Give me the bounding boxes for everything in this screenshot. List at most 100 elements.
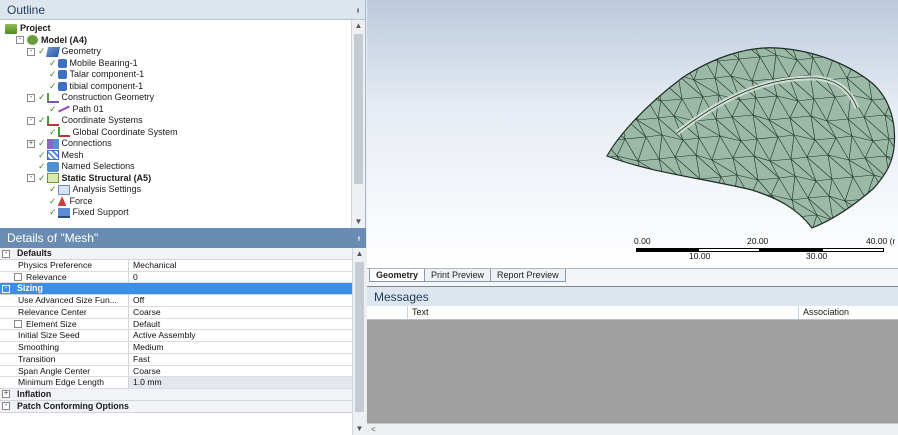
mesh-edge <box>618 220 628 228</box>
tree-item[interactable]: ✓ Named Selections <box>0 161 352 173</box>
mesh-edge <box>662 175 685 182</box>
status-check-icon: ✓ <box>38 115 46 125</box>
tree-item[interactable]: - ✓ Coordinate Systems <box>0 115 352 127</box>
mesh-model[interactable] <box>602 38 898 233</box>
collapse-icon[interactable]: - <box>27 116 35 125</box>
details-key: Span Angle Center <box>0 365 129 377</box>
tree-item[interactable]: - ✓ Geometry <box>0 46 352 58</box>
messages-hscrollbar[interactable]: < <box>367 423 898 435</box>
mesh-edge <box>639 47 645 56</box>
tree-item[interactable]: ✓ Force <box>0 196 352 208</box>
collapse-icon[interactable]: - <box>16 36 24 45</box>
details-row[interactable]: Physics Preference Mechanical <box>0 260 352 272</box>
tree-item[interactable]: - Model (A4) <box>0 35 352 47</box>
scroll-left-icon[interactable]: < <box>371 425 376 434</box>
details-section-header[interactable]: - Patch Conforming Options <box>0 401 352 413</box>
details-value[interactable]: Coarse <box>129 366 352 377</box>
details-value[interactable]: 0 <box>129 272 352 283</box>
details-row[interactable]: Span Angle Center Coarse <box>0 365 352 378</box>
expand-icon[interactable]: + <box>2 390 10 399</box>
details-section-header[interactable]: - Defaults <box>0 248 352 260</box>
details-value[interactable]: Active Assembly <box>129 330 352 341</box>
collapse-icon[interactable]: - <box>2 284 10 293</box>
tree-item[interactable]: - ✓ Construction Geometry <box>0 92 352 104</box>
mesh-edge <box>622 56 637 80</box>
details-scrollbar[interactable]: ▲ ▼ <box>352 248 366 435</box>
mesh-edge <box>676 47 703 57</box>
mesh-edge <box>654 197 677 201</box>
details-row[interactable]: Minimum Edge Length 1.0 mm <box>0 377 352 389</box>
expand-icon[interactable]: + <box>27 139 35 148</box>
details-value[interactable]: Fast <box>129 354 352 365</box>
mesh-edge <box>696 195 723 219</box>
column-header-text[interactable]: Text <box>408 306 799 319</box>
parameter-checkbox[interactable] <box>14 319 22 328</box>
mesh-edge <box>641 177 656 201</box>
tab-geometry[interactable]: Geometry <box>369 269 426 282</box>
graphics-viewport[interactable]: 0.00 20.00 40.00 (r 10.00 30.00 <box>367 0 898 268</box>
mesh-edge <box>867 38 883 40</box>
mesh-edge <box>677 57 682 76</box>
scroll-thumb[interactable] <box>354 34 363 184</box>
scroll-up-icon[interactable]: ▲ <box>353 248 366 260</box>
mesh-edge <box>886 196 895 220</box>
collapse-icon[interactable]: - <box>2 249 10 258</box>
details-row[interactable]: Transition Fast <box>0 353 352 366</box>
scroll-down-icon[interactable]: ▼ <box>353 423 366 435</box>
tree-item[interactable]: ✓ Mesh <box>0 150 352 162</box>
details-row[interactable]: Use Advanced Size Fun... Off <box>0 295 352 308</box>
collapse-icon[interactable]: - <box>27 93 35 102</box>
details-value[interactable]: Default <box>129 319 352 330</box>
path-icon <box>57 105 70 113</box>
coordinate-systems-icon <box>46 115 59 126</box>
tree-item-label: Talar component-1 <box>69 69 145 79</box>
scroll-down-icon[interactable]: ▼ <box>352 216 365 228</box>
mesh-edge <box>890 218 895 222</box>
mesh-edge <box>638 177 643 196</box>
details-value[interactable]: 1.0 mm <box>129 377 352 388</box>
mesh-edge <box>638 194 665 218</box>
details-row[interactable]: Relevance Center Coarse <box>0 307 352 319</box>
mesh-edge <box>607 75 625 99</box>
tree-item[interactable]: Project <box>0 23 352 35</box>
tab-report-preview[interactable]: Report Preview <box>490 269 566 282</box>
collapse-icon[interactable]: - <box>2 402 10 411</box>
mesh-edge <box>617 196 628 222</box>
tree-item[interactable]: ✓ Mobile Bearing-1 <box>0 58 352 70</box>
scroll-thumb[interactable] <box>355 262 364 412</box>
details-section-header[interactable]: + Inflation <box>0 389 352 401</box>
mesh-edge <box>626 220 641 228</box>
details-row[interactable]: Element Size Default <box>0 318 352 331</box>
mesh-edge <box>737 215 752 228</box>
tab-print-preview[interactable]: Print Preview <box>424 269 492 282</box>
collapse-icon[interactable]: - <box>27 174 35 183</box>
pin-icon[interactable]: ᵻ <box>358 233 360 243</box>
tree-item[interactable]: ✓ Analysis Settings <box>0 184 352 196</box>
mesh-edge <box>607 58 608 77</box>
details-value[interactable]: Off <box>129 295 352 306</box>
tree-item[interactable]: ✓ tibial component-1 <box>0 81 352 93</box>
details-row[interactable]: Smoothing Medium <box>0 342 352 354</box>
tree-item[interactable]: ✓ Talar component-1 <box>0 69 352 81</box>
details-row[interactable]: Relevance 0 <box>0 271 352 284</box>
tree-item[interactable]: + ✓ Connections <box>0 138 352 150</box>
collapse-icon[interactable]: - <box>27 47 35 56</box>
outline-scrollbar[interactable]: ▲ ▼ <box>351 20 365 228</box>
mesh-edge <box>891 54 895 58</box>
tree-item[interactable]: - ✓ Static Structural (A5) <box>0 173 352 185</box>
tree-item[interactable]: ✓ Fixed Support <box>0 207 352 219</box>
tree-item[interactable]: ✓ Global Coordinate System <box>0 127 352 139</box>
mesh-edge <box>712 200 723 219</box>
parameter-checkbox[interactable] <box>14 272 22 281</box>
ruler-label: 20.00 <box>747 236 769 246</box>
details-value[interactable]: Medium <box>129 342 352 353</box>
scroll-up-icon[interactable]: ▲ <box>352 20 365 32</box>
details-row[interactable]: Initial Size Seed Active Assembly <box>0 330 352 343</box>
column-header-association[interactable]: Association <box>799 306 898 319</box>
tree-item[interactable]: ✓ Path 01 <box>0 104 352 116</box>
details-value[interactable]: Mechanical <box>129 260 352 271</box>
column-header[interactable] <box>367 306 408 319</box>
pin-icon[interactable]: ᵻ <box>357 5 359 15</box>
details-section-header[interactable]: - Sizing <box>0 283 352 296</box>
details-value[interactable]: Coarse <box>129 307 352 318</box>
